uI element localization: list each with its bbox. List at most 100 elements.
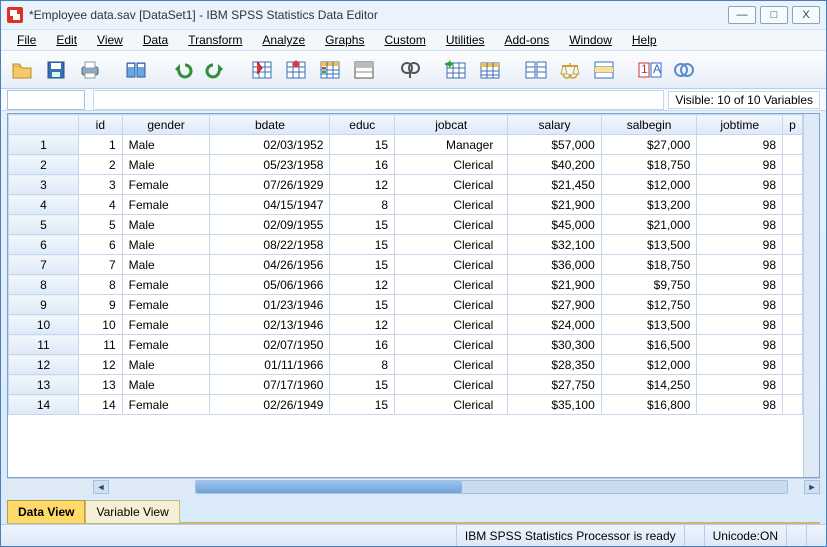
col-salary[interactable]: salary [508, 115, 601, 135]
variables-icon[interactable] [315, 55, 345, 85]
cell-jobtime[interactable]: 98 [697, 395, 783, 415]
cell-bdate[interactable]: 07/17/1960 [210, 375, 330, 395]
cell-jobtime[interactable]: 98 [697, 375, 783, 395]
cell-p[interactable] [783, 175, 803, 195]
cell-jobcat[interactable]: Clerical [395, 215, 508, 235]
cell-gender[interactable]: Male [122, 135, 210, 155]
cell-bdate[interactable]: 04/26/1956 [210, 255, 330, 275]
cell-salbegin[interactable]: $27,000 [601, 135, 697, 155]
cell-salbegin[interactable]: $16,500 [601, 335, 697, 355]
cell-jobcat[interactable]: Clerical [395, 175, 508, 195]
cell-p[interactable] [783, 155, 803, 175]
split-file-icon[interactable] [521, 55, 551, 85]
cell-jobcat[interactable]: Clerical [395, 195, 508, 215]
minimize-button[interactable]: — [728, 6, 756, 24]
col-p[interactable]: p [783, 115, 803, 135]
tab-data-view[interactable]: Data View [7, 500, 85, 523]
cell-gender[interactable]: Female [122, 295, 210, 315]
row-header[interactable]: 13 [9, 375, 79, 395]
cell-educ[interactable]: 15 [330, 295, 395, 315]
menu-file[interactable]: File [7, 31, 46, 49]
cell-jobtime[interactable]: 98 [697, 275, 783, 295]
cell-bdate[interactable]: 02/03/1952 [210, 135, 330, 155]
select-cases-icon[interactable] [589, 55, 619, 85]
cell-bdate[interactable]: 05/06/1966 [210, 275, 330, 295]
col-gender[interactable]: gender [122, 115, 210, 135]
row-header[interactable]: 7 [9, 255, 79, 275]
cell-id[interactable]: 3 [79, 175, 123, 195]
cell-salary[interactable]: $27,900 [508, 295, 601, 315]
cell-gender[interactable]: Male [122, 375, 210, 395]
cell-id[interactable]: 5 [79, 215, 123, 235]
cell-id[interactable]: 14 [79, 395, 123, 415]
cell-salary[interactable]: $35,100 [508, 395, 601, 415]
cell-educ[interactable]: 16 [330, 335, 395, 355]
row-header[interactable]: 11 [9, 335, 79, 355]
cell-id[interactable]: 12 [79, 355, 123, 375]
cell-jobcat[interactable]: Clerical [395, 295, 508, 315]
cell-jobcat[interactable]: Clerical [395, 395, 508, 415]
cell-value-input[interactable] [93, 90, 664, 110]
row-header[interactable]: 5 [9, 215, 79, 235]
cell-jobcat[interactable]: Clerical [395, 255, 508, 275]
cell-educ[interactable]: 12 [330, 315, 395, 335]
cell-gender[interactable]: Male [122, 255, 210, 275]
close-button[interactable]: X [792, 6, 820, 24]
hscroll-left-button[interactable]: ◄ [93, 480, 109, 494]
cell-gender[interactable]: Female [122, 315, 210, 335]
cell-jobcat[interactable]: Clerical [395, 155, 508, 175]
cell-bdate[interactable]: 08/22/1958 [210, 235, 330, 255]
cell-salbegin[interactable]: $16,800 [601, 395, 697, 415]
cell-salbegin[interactable]: $14,250 [601, 375, 697, 395]
menu-analyze[interactable]: Analyze [252, 31, 315, 49]
find-icon[interactable] [395, 55, 425, 85]
row-header[interactable]: 9 [9, 295, 79, 315]
cell-salbegin[interactable]: $13,500 [601, 315, 697, 335]
row-header[interactable]: 4 [9, 195, 79, 215]
cell-p[interactable] [783, 295, 803, 315]
row-header[interactable]: 12 [9, 355, 79, 375]
cell-jobtime[interactable]: 98 [697, 195, 783, 215]
cell-salbegin[interactable]: $13,500 [601, 235, 697, 255]
cell-salary[interactable]: $27,750 [508, 375, 601, 395]
goto-cell-input[interactable] [7, 90, 85, 110]
cell-p[interactable] [783, 195, 803, 215]
menu-custom[interactable]: Custom [374, 31, 435, 49]
cell-gender[interactable]: Male [122, 215, 210, 235]
cell-bdate[interactable]: 01/23/1946 [210, 295, 330, 315]
cell-jobcat[interactable]: Clerical [395, 375, 508, 395]
cell-jobtime[interactable]: 98 [697, 235, 783, 255]
cell-salary[interactable]: $24,000 [508, 315, 601, 335]
cell-salbegin[interactable]: $21,000 [601, 215, 697, 235]
col-jobcat[interactable]: jobcat [395, 115, 508, 135]
cell-educ[interactable]: 12 [330, 175, 395, 195]
cell-educ[interactable]: 15 [330, 255, 395, 275]
cell-jobtime[interactable]: 98 [697, 175, 783, 195]
cell-jobtime[interactable]: 98 [697, 255, 783, 275]
cell-salary[interactable]: $36,000 [508, 255, 601, 275]
tab-variable-view[interactable]: Variable View [85, 500, 179, 523]
cell-p[interactable] [783, 215, 803, 235]
cell-jobtime[interactable]: 98 [697, 355, 783, 375]
cell-salbegin[interactable]: $18,750 [601, 155, 697, 175]
vertical-scrollbar[interactable] [803, 114, 819, 477]
cell-gender[interactable]: Male [122, 155, 210, 175]
cell-jobcat[interactable]: Clerical [395, 335, 508, 355]
cell-bdate[interactable]: 05/23/1958 [210, 155, 330, 175]
cell-salary[interactable]: $21,900 [508, 275, 601, 295]
menu-graphs[interactable]: Graphs [315, 31, 374, 49]
cell-jobcat[interactable]: Clerical [395, 235, 508, 255]
cell-gender[interactable]: Male [122, 355, 210, 375]
cell-gender[interactable]: Female [122, 335, 210, 355]
cell-gender[interactable]: Female [122, 275, 210, 295]
cell-jobcat[interactable]: Clerical [395, 315, 508, 335]
menu-data[interactable]: Data [133, 31, 178, 49]
menu-help[interactable]: Help [622, 31, 667, 49]
row-header[interactable]: 2 [9, 155, 79, 175]
cell-educ[interactable]: 15 [330, 395, 395, 415]
cell-gender[interactable]: Female [122, 395, 210, 415]
cell-id[interactable]: 4 [79, 195, 123, 215]
cell-id[interactable]: 10 [79, 315, 123, 335]
row-header[interactable]: 6 [9, 235, 79, 255]
menu-view[interactable]: View [87, 31, 133, 49]
